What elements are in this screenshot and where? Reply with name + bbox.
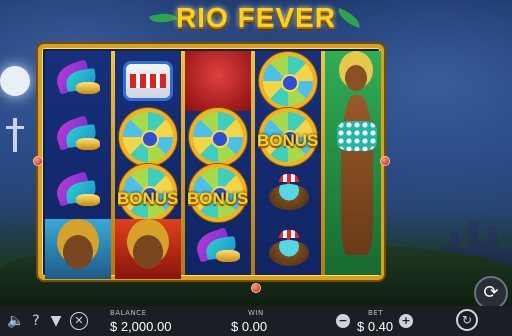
autoplay-icon[interactable]: ↻ bbox=[456, 309, 478, 331]
symbol-drum bbox=[115, 51, 181, 111]
symbol-green-dancer-expanded bbox=[325, 51, 381, 275]
bottom-control-bar: 🔈 ? ▼ ✕ BALANCE $ 2,000.00 WIN $ 0.00 − … bbox=[0, 306, 512, 336]
reel-4: BONUS bbox=[255, 51, 321, 275]
bonus-label: BONUS bbox=[117, 189, 179, 208]
reel-3: BONUS bbox=[185, 51, 251, 275]
bet-increase-button[interactable]: + bbox=[399, 314, 413, 328]
symbol-red-costume bbox=[185, 51, 251, 111]
symbol-feather-mask bbox=[45, 163, 111, 223]
close-icon[interactable]: ✕ bbox=[70, 312, 88, 330]
balance-value: $ 2,000.00 bbox=[110, 319, 172, 334]
game-title: RIO FEVER bbox=[176, 2, 336, 33]
spin-button[interactable]: ⟳ bbox=[474, 276, 508, 310]
symbol-feather-mask bbox=[45, 51, 111, 111]
bet-value: $ 0.40 bbox=[357, 319, 394, 334]
win-value: $ 0.00 bbox=[231, 319, 268, 334]
symbol-bonus-wheel bbox=[185, 107, 251, 167]
symbol-bonus-wheel bbox=[115, 107, 181, 167]
payline-gem-bottom bbox=[251, 283, 261, 293]
paytable-icon[interactable]: ▼ bbox=[46, 313, 66, 329]
reel-2: BONUS bbox=[115, 51, 181, 279]
symbol-bonus-wheel bbox=[255, 51, 321, 111]
symbol-blue-dancer-portrait bbox=[45, 219, 111, 279]
symbol-headdress-dancer-portrait bbox=[115, 219, 181, 279]
reel-frame: BONUS BONUS BONUS bbox=[38, 44, 384, 280]
reel-5 bbox=[325, 51, 381, 275]
help-icon[interactable]: ? bbox=[26, 313, 46, 329]
moon bbox=[0, 66, 30, 96]
symbol-feather-mask bbox=[185, 219, 251, 279]
win-label: WIN bbox=[248, 309, 264, 317]
bonus-label: BONUS bbox=[257, 131, 319, 150]
symbol-coconut-drink bbox=[255, 219, 321, 279]
reel-1 bbox=[45, 51, 111, 279]
bet-label: BET bbox=[368, 309, 384, 317]
payline-gem-left bbox=[33, 156, 43, 166]
payline-gem-right bbox=[380, 156, 390, 166]
christ-statue bbox=[6, 118, 24, 152]
bonus-label: BONUS bbox=[187, 189, 249, 208]
balance-label: BALANCE bbox=[110, 309, 147, 317]
symbol-coconut-drink bbox=[255, 163, 321, 223]
bet-decrease-button[interactable]: − bbox=[336, 314, 350, 328]
symbol-feather-mask bbox=[45, 107, 111, 167]
speaker-icon[interactable]: 🔈 bbox=[6, 313, 26, 329]
